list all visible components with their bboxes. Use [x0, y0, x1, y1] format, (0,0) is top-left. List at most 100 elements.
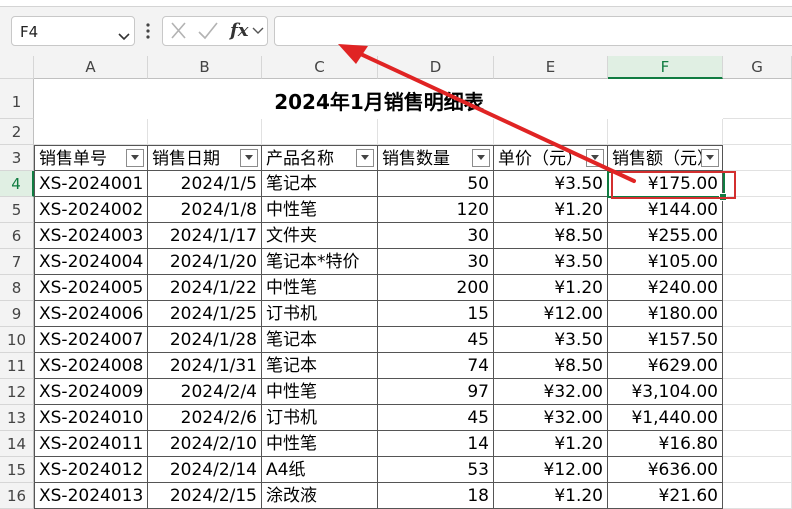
- table-cell[interactable]: ¥105.00: [608, 249, 723, 275]
- table-cell[interactable]: 2024/1/8: [148, 197, 262, 223]
- table-cell[interactable]: 中性笔: [262, 379, 378, 405]
- cell-empty[interactable]: [723, 405, 792, 431]
- table-cell[interactable]: XS-2024007: [34, 327, 148, 353]
- table-cell[interactable]: 45: [378, 327, 494, 353]
- table-cell[interactable]: 53: [378, 457, 494, 483]
- check-icon[interactable]: [197, 17, 219, 45]
- row-header-2[interactable]: 2: [0, 119, 34, 145]
- col-header-f[interactable]: F: [608, 56, 723, 79]
- row-header-7[interactable]: 7: [0, 249, 34, 275]
- table-cell[interactable]: ¥12.00: [494, 301, 608, 327]
- table-cell[interactable]: ¥1.20: [494, 483, 608, 509]
- table-cell[interactable]: ¥8.50: [494, 223, 608, 249]
- table-cell[interactable]: XS-2024012: [34, 457, 148, 483]
- more-options-icon[interactable]: [145, 22, 151, 44]
- col-header-a[interactable]: A: [34, 56, 148, 79]
- table-cell[interactable]: ¥3.50: [494, 327, 608, 353]
- table-cell[interactable]: ¥629.00: [608, 353, 723, 379]
- row-header-9[interactable]: 9: [0, 301, 34, 327]
- table-cell[interactable]: 2024/2/14: [148, 457, 262, 483]
- table-cell[interactable]: 45: [378, 405, 494, 431]
- col-header-c[interactable]: C: [262, 56, 378, 79]
- table-cell[interactable]: ¥180.00: [608, 301, 723, 327]
- table-cell[interactable]: ¥144.00: [608, 197, 723, 223]
- table-cell[interactable]: 2024/1/22: [148, 275, 262, 301]
- table-cell[interactable]: 订书机: [262, 405, 378, 431]
- table-cell[interactable]: ¥12.00: [494, 457, 608, 483]
- table-cell[interactable]: ¥1.20: [494, 275, 608, 301]
- table-cell[interactable]: 2024/2/15: [148, 483, 262, 509]
- cell-empty[interactable]: [723, 457, 792, 483]
- table-cell[interactable]: 18: [378, 483, 494, 509]
- row-header-1[interactable]: 1: [0, 79, 34, 119]
- table-cell[interactable]: ¥8.50: [494, 353, 608, 379]
- table-cell[interactable]: 2024/1/17: [148, 223, 262, 249]
- cell-empty[interactable]: [723, 145, 792, 171]
- col-header-e[interactable]: E: [494, 56, 608, 79]
- table-cell[interactable]: XS-2024003: [34, 223, 148, 249]
- filter-dropdown-icon[interactable]: [701, 149, 719, 167]
- cell-empty[interactable]: [494, 119, 608, 145]
- formula-input[interactable]: [274, 16, 792, 46]
- row-header-5[interactable]: 5: [0, 197, 34, 223]
- cell-empty[interactable]: [723, 223, 792, 249]
- table-cell[interactable]: 笔记本: [262, 171, 378, 197]
- cell-empty[interactable]: [148, 119, 262, 145]
- table-cell[interactable]: XS-2024004: [34, 249, 148, 275]
- table-cell[interactable]: 2024/1/31: [148, 353, 262, 379]
- cell-empty[interactable]: [723, 353, 792, 379]
- cell-empty[interactable]: [723, 301, 792, 327]
- col-header-g[interactable]: G: [723, 56, 792, 79]
- table-cell[interactable]: 2024/2/4: [148, 379, 262, 405]
- row-header-13[interactable]: 13: [0, 405, 34, 431]
- table-cell[interactable]: 30: [378, 223, 494, 249]
- table-cell[interactable]: 2024/1/25: [148, 301, 262, 327]
- col-header-b[interactable]: B: [148, 56, 262, 79]
- close-icon[interactable]: [169, 17, 189, 45]
- table-cell[interactable]: 97: [378, 379, 494, 405]
- cell-empty[interactable]: [723, 431, 792, 457]
- table-cell[interactable]: A4纸: [262, 457, 378, 483]
- row-header-3[interactable]: 3: [0, 145, 34, 171]
- cell-empty[interactable]: [723, 327, 792, 353]
- row-header-4[interactable]: 4: [0, 171, 34, 197]
- table-cell[interactable]: 15: [378, 301, 494, 327]
- table-cell[interactable]: XS-2024008: [34, 353, 148, 379]
- table-cell[interactable]: 文件夹: [262, 223, 378, 249]
- table-cell[interactable]: ¥3,104.00: [608, 379, 723, 405]
- table-cell[interactable]: XS-2024005: [34, 275, 148, 301]
- table-cell[interactable]: ¥32.00: [494, 405, 608, 431]
- table-cell[interactable]: ¥255.00: [608, 223, 723, 249]
- chevron-down-icon[interactable]: [252, 17, 264, 45]
- table-cell[interactable]: 笔记本: [262, 327, 378, 353]
- table-cell[interactable]: ¥21.60: [608, 483, 723, 509]
- table-cell[interactable]: 订书机: [262, 301, 378, 327]
- row-header-6[interactable]: 6: [0, 223, 34, 249]
- table-cell[interactable]: 中性笔: [262, 431, 378, 457]
- chevron-down-icon[interactable]: [118, 26, 130, 45]
- row-header-11[interactable]: 11: [0, 353, 34, 379]
- table-cell[interactable]: ¥3.50: [494, 171, 608, 197]
- table-cell[interactable]: ¥16.80: [608, 431, 723, 457]
- row-header-14[interactable]: 14: [0, 431, 34, 457]
- row-header-16[interactable]: 16: [0, 483, 34, 509]
- name-box[interactable]: F4: [11, 16, 135, 46]
- sheet-title[interactable]: 2024年1月销售明细表: [34, 79, 724, 119]
- cell-empty[interactable]: [723, 249, 792, 275]
- row-header-8[interactable]: 8: [0, 275, 34, 301]
- table-cell[interactable]: ¥636.00: [608, 457, 723, 483]
- table-cell[interactable]: 2024/2/6: [148, 405, 262, 431]
- cell-empty[interactable]: [34, 119, 148, 145]
- table-cell[interactable]: ¥1.20: [494, 197, 608, 223]
- insert-function-button[interactable]: fx: [230, 20, 248, 41]
- cell-empty[interactable]: [378, 119, 494, 145]
- table-cell[interactable]: ¥3.50: [494, 249, 608, 275]
- table-cell[interactable]: XS-2024009: [34, 379, 148, 405]
- select-all-corner[interactable]: [0, 56, 34, 79]
- cell-empty[interactable]: [723, 275, 792, 301]
- table-cell[interactable]: 2024/1/28: [148, 327, 262, 353]
- filter-dropdown-icon[interactable]: [472, 149, 490, 167]
- table-cell[interactable]: XS-2024011: [34, 431, 148, 457]
- table-cell[interactable]: ¥240.00: [608, 275, 723, 301]
- cell-empty[interactable]: [608, 119, 723, 145]
